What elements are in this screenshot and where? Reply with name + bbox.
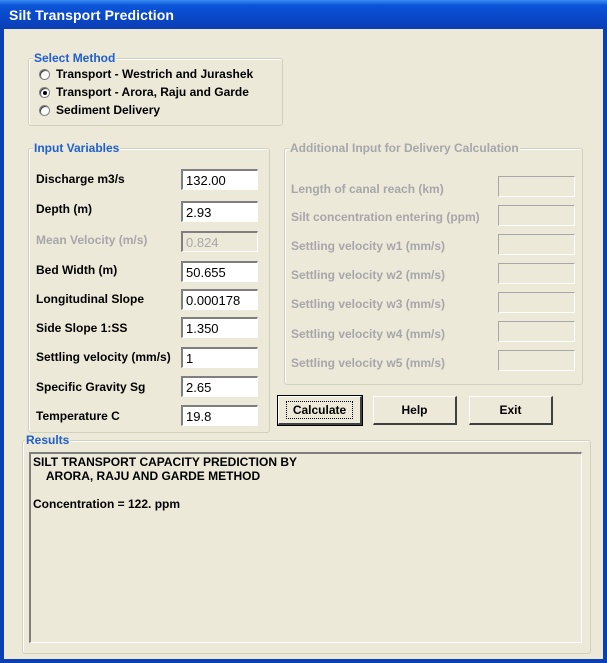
canal-length-label: Length of canal reach (km)	[291, 182, 444, 196]
depth-label: Depth (m)	[36, 202, 92, 216]
radio-westrich-jurashek[interactable]: Transport - Westrich and Jurashek	[39, 66, 253, 82]
mean-velocity-input: 0.824	[181, 231, 258, 252]
results-text-area[interactable]: SILT TRANSPORT CAPACITY PREDICTION BY AR…	[29, 452, 582, 643]
radio-label: Transport - Westrich and Jurashek	[56, 67, 254, 81]
temperature-label: Temperature C	[36, 409, 120, 423]
radio-button-icon[interactable]	[39, 104, 50, 116]
settling-w3-label: Settling velocity w3 (mm/s)	[291, 297, 446, 311]
radio-button-icon[interactable]	[39, 68, 50, 80]
canal-length-input	[498, 176, 575, 197]
side-slope-input[interactable]: 1.350	[181, 317, 258, 338]
silt-concentration-label: Silt concentration entering (ppm)	[291, 210, 480, 224]
window-title: Silt Transport Prediction	[9, 7, 175, 23]
settling-w4-input	[498, 321, 575, 342]
delivery-input-legend: Additional Input for Delivery Calculatio…	[289, 141, 520, 155]
help-button[interactable]: Help	[373, 396, 457, 425]
calculate-button-label: Calculate	[285, 401, 354, 419]
settling-w4-label: Settling velocity w4 (mm/s)	[291, 327, 446, 341]
bed-width-label: Bed Width (m)	[36, 263, 118, 277]
calculate-button[interactable]: Calculate	[277, 395, 363, 426]
discharge-input[interactable]: 132.00	[181, 169, 258, 190]
discharge-label: Discharge m3/s	[36, 172, 125, 186]
settling-w1-label: Settling velocity w1 (mm/s)	[291, 239, 446, 253]
radio-arora-raju-garde[interactable]: Transport - Arora, Raju and Garde	[39, 84, 249, 100]
help-button-label: Help	[401, 403, 428, 417]
settling-w5-input	[498, 350, 575, 371]
side-slope-label: Side Slope 1:SS	[36, 321, 128, 335]
longitudinal-slope-input[interactable]: 0.000178	[181, 289, 258, 310]
radio-label: Sediment Delivery	[56, 103, 161, 117]
specific-gravity-label: Specific Gravity Sg	[36, 380, 146, 394]
settling-w3-input	[498, 292, 575, 313]
select-method-group: Select Method Transport - Westrich and J…	[28, 51, 283, 126]
exit-button[interactable]: Exit	[469, 396, 553, 425]
delivery-input-group: Additional Input for Delivery Calculatio…	[284, 141, 583, 385]
title-bar[interactable]: Silt Transport Prediction	[0, 0, 607, 29]
radio-button-checked-icon[interactable]	[39, 86, 50, 98]
temperature-input[interactable]: 19.8	[181, 405, 258, 426]
bed-width-input[interactable]: 50.655	[181, 261, 258, 282]
specific-gravity-input[interactable]: 2.65	[181, 376, 258, 397]
exit-button-label: Exit	[499, 403, 522, 417]
results-group: Results SILT TRANSPORT CAPACITY PREDICTI…	[22, 433, 591, 654]
mean-velocity-label: Mean Velocity (m/s)	[36, 233, 148, 247]
input-variables-group: Input Variables Discharge m3/s 132.00 De…	[28, 141, 270, 433]
radio-label: Transport - Arora, Raju and Garde	[56, 85, 249, 99]
depth-input[interactable]: 2.93	[181, 201, 258, 222]
settling-w2-input	[498, 263, 575, 284]
silt-concentration-input	[498, 205, 575, 226]
settling-w5-label: Settling velocity w5 (mm/s)	[291, 356, 446, 370]
results-legend: Results	[25, 433, 71, 447]
radio-sediment-delivery[interactable]: Sediment Delivery	[39, 102, 160, 118]
settling-velocity-input[interactable]: 1	[181, 347, 258, 368]
settling-velocity-label: Settling velocity (mm/s)	[36, 350, 171, 364]
select-method-legend: Select Method	[33, 51, 117, 65]
longitudinal-slope-label: Longitudinal Slope	[36, 292, 144, 306]
input-variables-legend: Input Variables	[33, 141, 121, 155]
settling-w2-label: Settling velocity w2 (mm/s)	[291, 268, 446, 282]
settling-w1-input	[498, 234, 575, 255]
